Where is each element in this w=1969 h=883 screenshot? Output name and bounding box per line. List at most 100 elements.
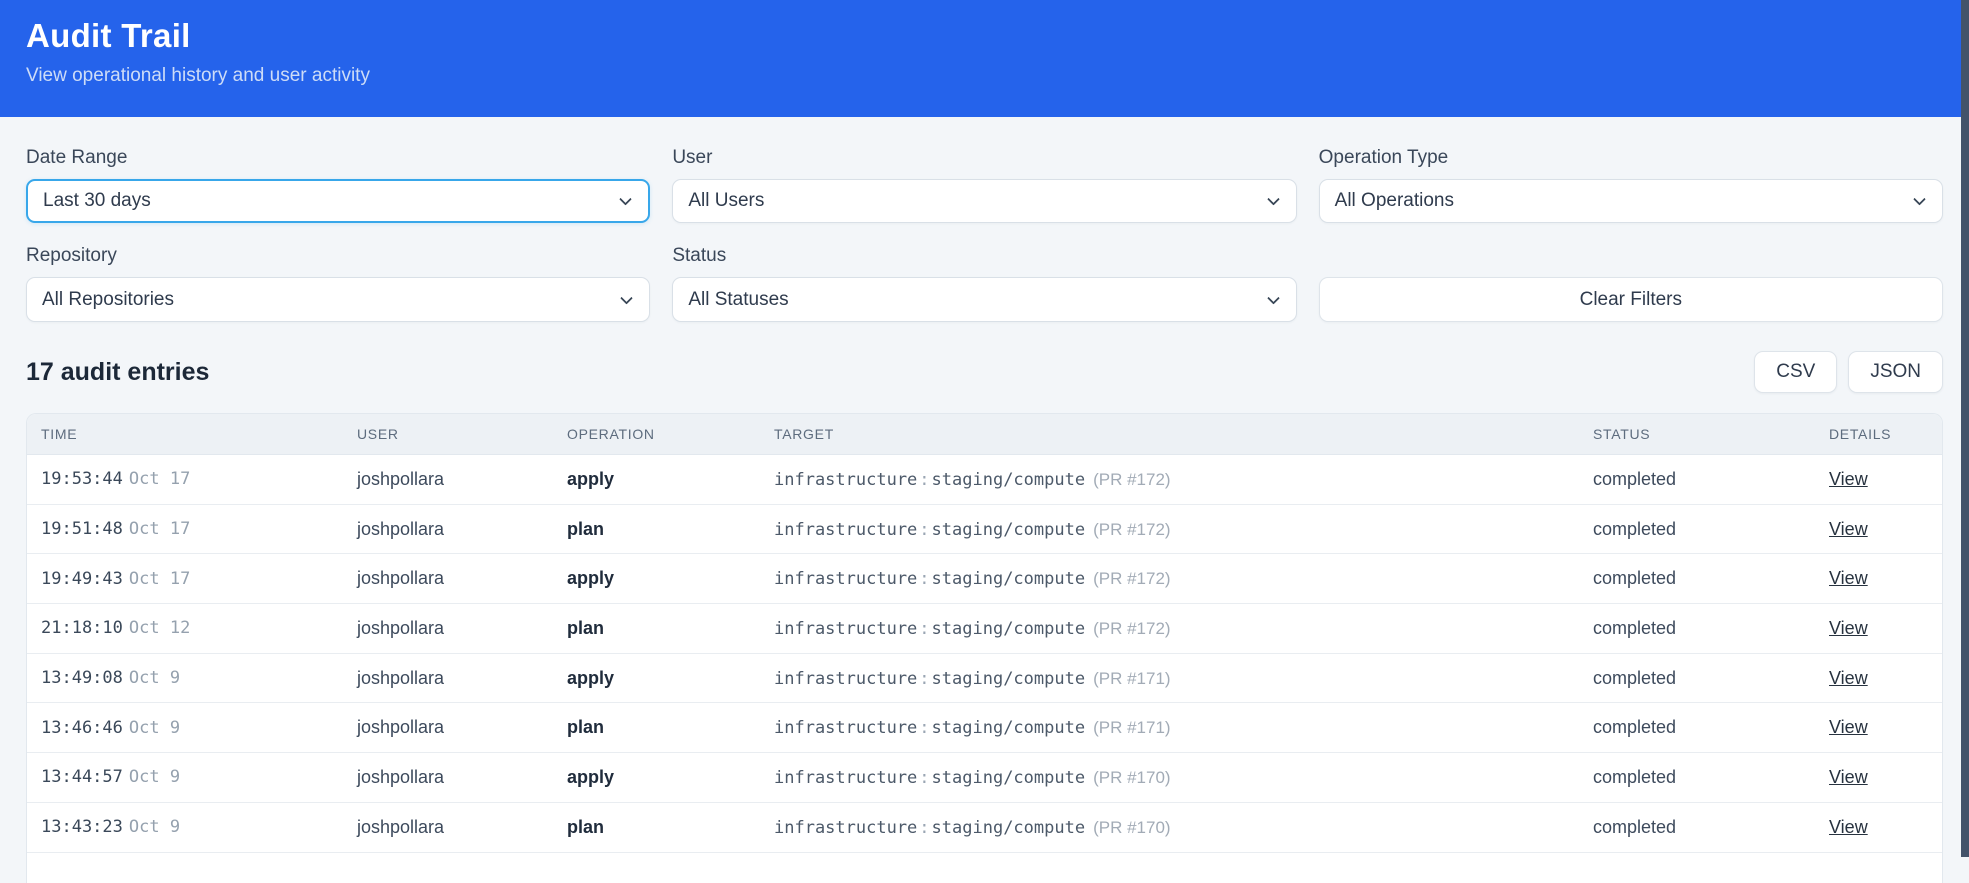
cell-time: 19:51:48 Oct 17 — [41, 519, 357, 539]
repository-select[interactable]: All Repositories — [26, 277, 650, 322]
target-separator: : — [917, 619, 931, 639]
date-value: Oct 17 — [129, 569, 190, 589]
target-repo: infrastructure — [774, 768, 917, 788]
cell-user: joshpollara — [357, 568, 567, 589]
view-link[interactable]: View — [1829, 817, 1868, 837]
view-link[interactable]: View — [1829, 767, 1868, 787]
target-workspace: staging/compute — [932, 619, 1086, 639]
clear-filters-button[interactable]: Clear Filters — [1319, 277, 1943, 322]
status-select[interactable]: All Statuses — [672, 277, 1296, 322]
operation-name: apply — [567, 767, 614, 787]
cell-time: 13:46:46Oct 9 — [41, 718, 357, 738]
time-value: 19:49:43 — [41, 569, 123, 589]
repository-label: Repository — [26, 245, 650, 267]
time-value: 19:51:48 — [41, 519, 123, 539]
target-separator: : — [917, 520, 931, 540]
cell-details: View — [1829, 668, 1928, 689]
date-value: Oct 9 — [129, 718, 180, 738]
target-pr: (PR #171) — [1093, 669, 1170, 688]
date-value: Oct 9 — [129, 668, 180, 688]
column-header-details: DETAILS — [1829, 426, 1928, 442]
export-csv-button[interactable]: CSV — [1754, 351, 1837, 393]
cell-status: completed — [1593, 817, 1829, 838]
entries-toolbar: 17 audit entries CSV JSON — [26, 351, 1943, 393]
view-link[interactable]: View — [1829, 717, 1868, 737]
time-value: 13:44:57 — [41, 767, 123, 787]
cell-target: infrastructure:staging/compute(PR #171) — [774, 717, 1593, 738]
user-value: All Users — [688, 190, 764, 212]
cell-details: View — [1829, 568, 1928, 589]
filter-grid: Date Range Last 30 days User All Users O… — [26, 147, 1943, 322]
column-header-time: TIME — [41, 426, 357, 442]
filter-user: User All Users — [672, 147, 1296, 223]
view-link[interactable]: View — [1829, 519, 1868, 539]
target-workspace: staging/compute — [932, 520, 1086, 540]
operation-name: plan — [567, 519, 604, 539]
target-pr: (PR #170) — [1093, 768, 1170, 787]
view-link[interactable]: View — [1829, 618, 1868, 638]
target-workspace: staging/compute — [932, 818, 1086, 838]
chevron-down-icon — [1267, 193, 1280, 206]
operation-name: apply — [567, 568, 614, 588]
page-header: Audit Trail View operational history and… — [0, 0, 1969, 117]
date-range-select[interactable]: Last 30 days — [26, 179, 650, 223]
date-range-value: Last 30 days — [43, 190, 151, 212]
target-repo: infrastructure — [774, 619, 917, 639]
user-name: joshpollara — [357, 668, 444, 688]
export-buttons: CSV JSON — [1754, 351, 1943, 393]
target-pr: (PR #172) — [1093, 470, 1170, 489]
filters-section: Date Range Last 30 days User All Users O… — [0, 117, 1969, 322]
user-name: joshpollara — [357, 568, 444, 588]
view-link[interactable]: View — [1829, 469, 1868, 489]
cell-target: infrastructure:staging/compute(PR #170) — [774, 767, 1593, 788]
user-name: joshpollara — [357, 767, 444, 787]
table-row: 19:53:44Oct 17 joshpollara apply infrast… — [27, 455, 1942, 505]
cell-operation: apply — [567, 568, 774, 589]
chevron-down-icon — [620, 291, 633, 304]
user-select[interactable]: All Users — [672, 179, 1296, 223]
target-separator: : — [917, 470, 931, 490]
status-label: Status — [672, 245, 1296, 267]
user-label: User — [672, 147, 1296, 169]
export-json-button[interactable]: JSON — [1848, 351, 1943, 393]
cell-status: completed — [1593, 469, 1829, 490]
scrollbar[interactable] — [1961, 0, 1969, 857]
cell-target: infrastructure:staging/compute(PR #171) — [774, 668, 1593, 689]
cell-operation: apply — [567, 469, 774, 490]
cell-user: joshpollara — [357, 519, 567, 540]
cell-operation: plan — [567, 817, 774, 838]
chevron-down-icon — [1267, 291, 1280, 304]
cell-status: completed — [1593, 618, 1829, 639]
target-pr: (PR #172) — [1093, 569, 1170, 588]
target-repo: infrastructure — [774, 718, 917, 738]
filter-date-range: Date Range Last 30 days — [26, 147, 650, 223]
date-value: Oct 12 — [129, 618, 190, 638]
operation-name: plan — [567, 618, 604, 638]
target-separator: : — [917, 768, 931, 788]
date-value: Oct 17 — [129, 519, 190, 539]
table-body: 19:53:44Oct 17 joshpollara apply infrast… — [27, 455, 1942, 853]
table-row: 13:44:57Oct 9 joshpollara apply infrastr… — [27, 753, 1942, 803]
status-text: completed — [1593, 618, 1676, 638]
cell-time: 19:53:44Oct 17 — [41, 469, 357, 489]
cell-target: infrastructure:staging/compute(PR #172) — [774, 618, 1593, 639]
cell-user: joshpollara — [357, 767, 567, 788]
cell-operation: plan — [567, 618, 774, 639]
view-link[interactable]: View — [1829, 668, 1868, 688]
view-link[interactable]: View — [1829, 568, 1868, 588]
cell-user: joshpollara — [357, 618, 567, 639]
page-subtitle: View operational history and user activi… — [26, 65, 1943, 87]
target-workspace: staging/compute — [932, 569, 1086, 589]
operation-type-label: Operation Type — [1319, 147, 1943, 169]
table-row: 19:49:43Oct 17 joshpollara apply infrast… — [27, 554, 1942, 604]
chevron-down-icon — [619, 193, 632, 206]
operation-type-value: All Operations — [1335, 190, 1454, 212]
target-separator: : — [917, 718, 931, 738]
cell-time: 21:18:10Oct 12 — [41, 618, 357, 638]
chevron-down-icon — [1913, 193, 1926, 206]
operation-type-select[interactable]: All Operations — [1319, 179, 1943, 223]
user-name: joshpollara — [357, 618, 444, 638]
cell-time: 13:49:08Oct 9 — [41, 668, 357, 688]
operation-name: plan — [567, 817, 604, 837]
column-header-user: USER — [357, 426, 567, 442]
